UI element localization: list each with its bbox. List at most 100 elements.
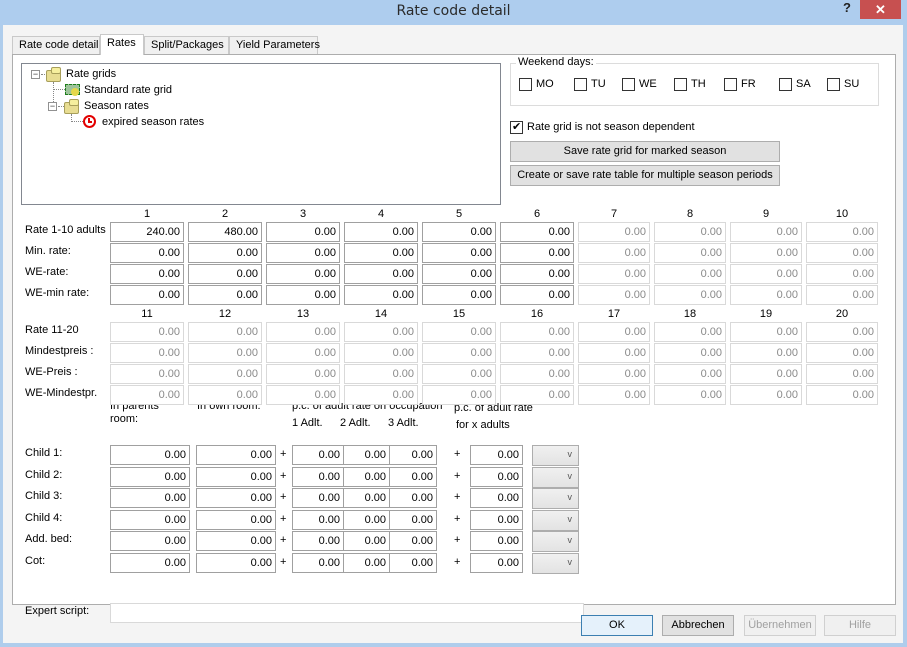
rate-input[interactable]: 0.00 — [654, 343, 726, 363]
one-adult-pc-input[interactable]: 0.00 — [292, 531, 344, 551]
tree-item-expired-season-rates[interactable]: expired season rates — [102, 114, 204, 130]
rate-input[interactable]: 0.00 — [578, 343, 650, 363]
rate-input[interactable]: 0.00 — [730, 243, 802, 263]
rate-input[interactable]: 0.00 — [344, 243, 418, 263]
rate-input[interactable]: 0.00 — [422, 343, 496, 363]
adults-count-dropdown[interactable]: v — [532, 552, 579, 574]
rate-input[interactable]: 0.00 — [422, 364, 496, 384]
rate-input[interactable]: 0.00 — [266, 364, 340, 384]
rate-input[interactable]: 0.00 — [188, 385, 262, 405]
rate-input[interactable]: 0.00 — [110, 385, 184, 405]
own-room-input[interactable]: 0.00 — [196, 531, 276, 551]
rate-input[interactable]: 0.00 — [188, 243, 262, 263]
x-adults-pc-input[interactable]: 0.00 — [470, 445, 523, 465]
rate-input[interactable]: 0.00 — [654, 222, 726, 242]
rate-input[interactable]: 0.00 — [188, 264, 262, 284]
rate-input[interactable]: 0.00 — [344, 343, 418, 363]
rate-input[interactable]: 0.00 — [266, 285, 340, 305]
checkbox-th[interactable] — [674, 78, 687, 91]
rate-input[interactable]: 0.00 — [422, 264, 496, 284]
one-adult-pc-input[interactable]: 0.00 — [292, 552, 344, 573]
rate-input[interactable]: 0.00 — [500, 385, 574, 405]
rate-input[interactable]: 0.00 — [110, 243, 184, 263]
rate-input[interactable]: 0.00 — [806, 322, 878, 342]
expert-script-input[interactable] — [110, 603, 584, 623]
save-rate-grid-button[interactable]: Save rate grid for marked season — [510, 141, 780, 162]
rate-input[interactable]: 0.00 — [422, 285, 496, 305]
rate-input[interactable]: 0.00 — [188, 285, 262, 305]
own-room-input[interactable]: 0.00 — [196, 552, 276, 573]
rate-input[interactable]: 0.00 — [654, 322, 726, 342]
rate-input[interactable]: 0.00 — [730, 385, 802, 405]
parents-room-input[interactable]: 0.00 — [110, 509, 190, 530]
rate-input[interactable]: 0.00 — [806, 385, 878, 405]
tab-split-packages[interactable]: Split/Packages — [144, 36, 229, 54]
rate-input[interactable]: 0.00 — [578, 285, 650, 305]
collapse-icon[interactable]: − — [31, 70, 40, 79]
three-adults-pc-input[interactable]: 0.00 — [390, 466, 437, 487]
rate-input[interactable]: 0.00 — [110, 322, 184, 342]
adults-count-dropdown[interactable]: v — [532, 445, 579, 466]
checkbox-su[interactable] — [827, 78, 840, 91]
one-adult-pc-input[interactable]: 0.00 — [292, 509, 344, 530]
rate-input[interactable]: 0.00 — [806, 243, 878, 263]
create-rate-table-button[interactable]: Create or save rate table for multiple s… — [510, 165, 780, 186]
rate-input[interactable]: 0.00 — [266, 243, 340, 263]
one-adult-pc-input[interactable]: 0.00 — [292, 445, 344, 465]
rate-input[interactable]: 0.00 — [500, 285, 574, 305]
rate-input[interactable]: 0.00 — [266, 385, 340, 405]
rate-input[interactable]: 0.00 — [654, 364, 726, 384]
rate-input[interactable]: 0.00 — [500, 243, 574, 263]
checkbox-we[interactable] — [622, 78, 635, 91]
rate-input[interactable]: 0.00 — [266, 222, 340, 242]
two-adults-pc-input[interactable]: 0.00 — [344, 552, 390, 573]
rate-input[interactable]: 0.00 — [266, 322, 340, 342]
x-adults-pc-input[interactable]: 0.00 — [470, 466, 523, 487]
x-adults-pc-input[interactable]: 0.00 — [470, 488, 523, 508]
tree-item-standard-rate-grid[interactable]: Standard rate grid — [84, 82, 172, 98]
rate-input[interactable]: 0.00 — [344, 364, 418, 384]
x-adults-pc-input[interactable]: 0.00 — [470, 509, 523, 530]
rate-input[interactable]: 0.00 — [266, 264, 340, 284]
own-room-input[interactable]: 0.00 — [196, 466, 276, 487]
rate-input[interactable]: 0.00 — [500, 222, 574, 242]
season-independent-checkbox[interactable] — [510, 120, 523, 134]
collapse-icon[interactable]: − — [48, 102, 57, 111]
rate-input[interactable]: 480.00 — [188, 222, 262, 242]
rate-input[interactable]: 0.00 — [110, 285, 184, 305]
rate-input[interactable]: 0.00 — [344, 322, 418, 342]
rate-input[interactable]: 0.00 — [578, 364, 650, 384]
rate-input[interactable]: 0.00 — [654, 285, 726, 305]
rate-input[interactable]: 0.00 — [110, 343, 184, 363]
close-button[interactable]: ✕ — [860, 0, 901, 19]
parents-room-input[interactable]: 0.00 — [110, 488, 190, 508]
rate-input[interactable]: 0.00 — [188, 322, 262, 342]
tab-rates[interactable]: Rates — [100, 34, 144, 55]
rate-input[interactable]: 0.00 — [344, 385, 418, 405]
rate-grid-tree[interactable]: − Rate grids Standard rate grid − Season… — [21, 63, 501, 205]
checkbox-mo[interactable] — [519, 78, 532, 91]
rate-input[interactable]: 0.00 — [500, 322, 574, 342]
rate-input[interactable]: 0.00 — [730, 264, 802, 284]
adults-count-dropdown[interactable]: v — [532, 466, 579, 488]
rate-input[interactable]: 0.00 — [806, 222, 878, 242]
rate-input[interactable]: 0.00 — [344, 222, 418, 242]
ok-button[interactable]: OK — [581, 615, 653, 636]
rate-input[interactable]: 0.00 — [422, 322, 496, 342]
apply-button[interactable]: Übernehmen — [744, 615, 816, 636]
three-adults-pc-input[interactable]: 0.00 — [390, 445, 437, 465]
rate-input[interactable]: 0.00 — [654, 385, 726, 405]
three-adults-pc-input[interactable]: 0.00 — [390, 531, 437, 551]
rate-input[interactable]: 0.00 — [730, 364, 802, 384]
rate-input[interactable]: 0.00 — [578, 322, 650, 342]
rate-input[interactable]: 0.00 — [806, 285, 878, 305]
rate-input[interactable]: 0.00 — [730, 343, 802, 363]
rate-input[interactable]: 0.00 — [110, 364, 184, 384]
tree-item-rate-grids[interactable]: Rate grids — [66, 66, 116, 82]
three-adults-pc-input[interactable]: 0.00 — [390, 552, 437, 573]
rate-input[interactable]: 0.00 — [422, 385, 496, 405]
rate-input[interactable]: 0.00 — [110, 264, 184, 284]
rate-input[interactable]: 0.00 — [578, 264, 650, 284]
rate-input[interactable]: 0.00 — [422, 243, 496, 263]
rate-input[interactable]: 0.00 — [344, 264, 418, 284]
